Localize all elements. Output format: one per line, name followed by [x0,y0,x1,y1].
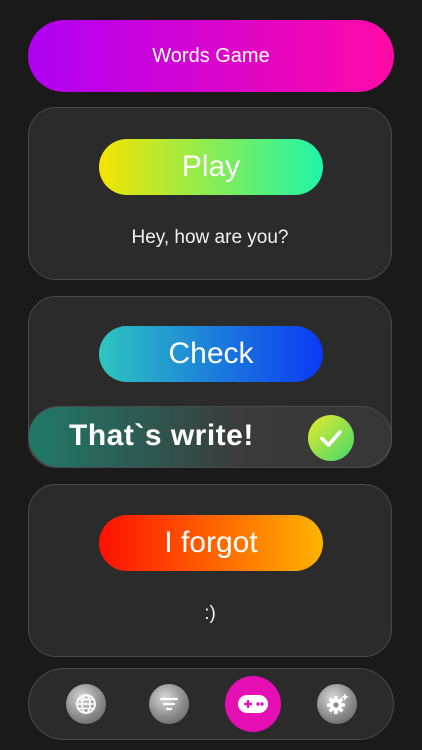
gear-icon [327,693,349,714]
title-bar: Words Game [28,20,394,92]
gamepad-icon [238,695,268,713]
tab-globe[interactable] [66,684,106,724]
forgot-button[interactable]: I forgot [99,515,323,571]
play-card: Play Hey, how are you? [28,107,392,280]
bottom-tab-bar [28,668,394,740]
checkmark-icon [308,415,354,461]
phrase-text: Hey, how are you? [131,227,289,248]
words-game-screen: Words Game Play Hey, how are you? Check … [0,0,422,750]
answer-text: :) [204,603,216,624]
check-button[interactable]: Check [99,326,323,382]
play-button[interactable]: Play [99,139,323,195]
toast-message: That`s write! [69,419,254,452]
filter-icon [159,697,179,711]
globe-icon [76,694,96,714]
tab-filter[interactable] [149,684,189,724]
tab-game[interactable] [225,676,281,732]
result-toast: That`s write! [28,406,392,468]
tab-settings[interactable] [317,684,357,724]
app-title: Words Game [152,44,270,67]
forgot-card: I forgot :) [28,484,392,657]
